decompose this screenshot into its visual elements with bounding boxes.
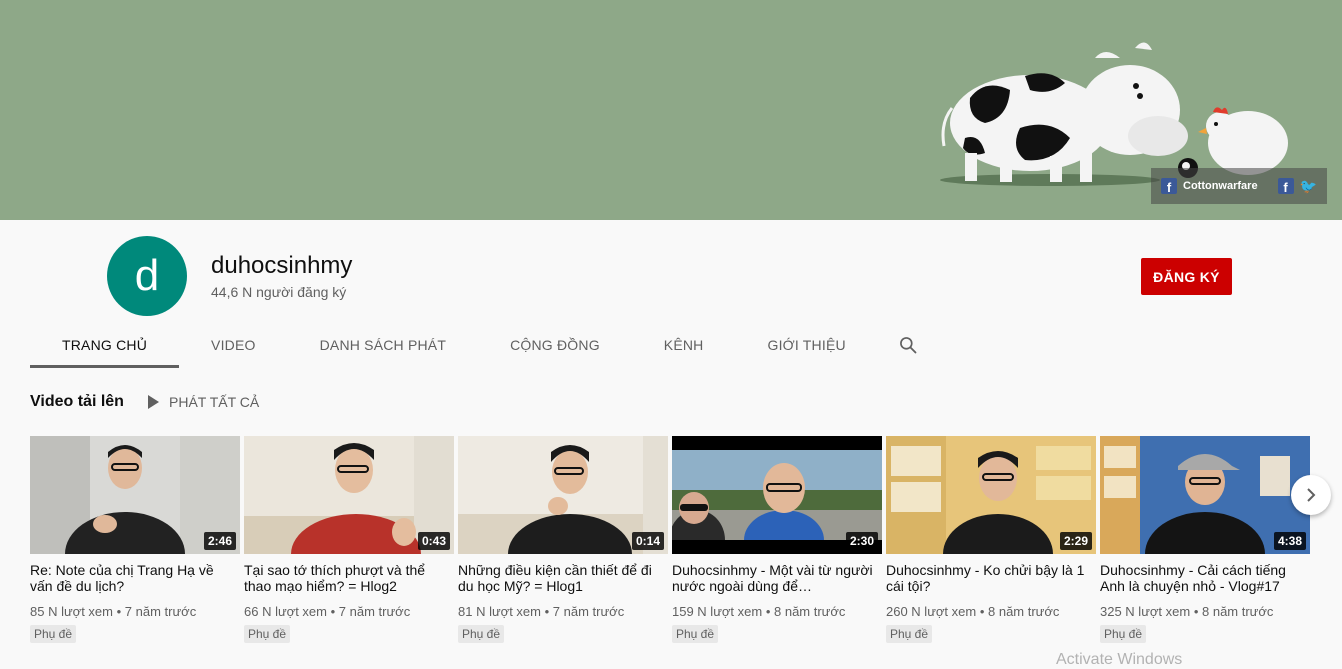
tab-home[interactable]: TRANG CHỦ — [30, 322, 180, 368]
subtitle-badge: Phụ đề — [672, 625, 719, 643]
video-title[interactable]: Tại sao tớ thích phượt và thể thao mạo h… — [244, 562, 454, 594]
subtitle-badge: Phụ đề — [1100, 625, 1147, 643]
video-title[interactable]: Duhocsinhmy - Ko chửi bậy là 1 cái tội? — [886, 562, 1096, 594]
video-meta: 260 N lượt xem • 8 năm trước — [886, 604, 1096, 619]
meta-separator: • — [979, 604, 988, 619]
video-views: 66 N lượt xem — [244, 604, 327, 619]
video-duration: 0:43 — [417, 532, 450, 550]
video-card[interactable]: 0:43 Tại sao tớ thích phượt và thể thao … — [244, 436, 454, 643]
video-shelf: 2:46 Re: Note của chị Trang Hạ về vấn đề… — [30, 436, 1310, 643]
subscribe-button[interactable]: ĐĂNG KÝ — [1141, 258, 1232, 295]
chevron-right-icon — [1307, 488, 1316, 502]
video-thumbnail[interactable]: 4:38 — [1100, 436, 1310, 554]
channel-banner: f Cottonwarfare f 🐦 — [0, 0, 1342, 220]
video-meta: 66 N lượt xem • 7 năm trước — [244, 604, 454, 619]
video-thumbnail[interactable]: 2:30 — [672, 436, 882, 554]
video-age: 7 năm trước — [124, 604, 197, 619]
channel-header: d duhocsinhmy 44,6 N người đăng ký ĐĂNG … — [0, 220, 1342, 368]
meta-separator: • — [765, 604, 774, 619]
video-card[interactable]: 0:14 Những điều kiện cần thiết để đi du … — [458, 436, 668, 643]
video-thumbnail[interactable]: 0:43 — [244, 436, 454, 554]
video-card[interactable]: 2:30 Duhocsinhmy - Một vài từ người nước… — [672, 436, 882, 643]
twitter-icon[interactable]: 🐦 — [1300, 178, 1317, 195]
meta-separator: • — [544, 604, 553, 619]
channel-tabs: TRANG CHỦ VIDEO DANH SÁCH PHÁT CỘNG ĐỒNG… — [30, 322, 938, 368]
video-age: 8 năm trước — [1202, 604, 1274, 619]
video-title[interactable]: Duhocsinhmy - Cải cách tiếng Anh là chuy… — [1100, 562, 1310, 594]
tab-community[interactable]: CỘNG ĐỒNG — [478, 322, 632, 368]
shelf-next-button[interactable] — [1291, 475, 1331, 515]
video-thumbnail[interactable]: 2:46 — [30, 436, 240, 554]
video-card[interactable]: 2:29 Duhocsinhmy - Ko chửi bậy là 1 cái … — [886, 436, 1096, 643]
subtitle-badge: Phụ đề — [886, 625, 933, 643]
play-all-button[interactable]: PHÁT TẤT CẢ — [148, 394, 259, 410]
video-card[interactable]: 4:38 Duhocsinhmy - Cải cách tiếng Anh là… — [1100, 436, 1310, 643]
subtitle-badge: Phụ đề — [458, 625, 505, 643]
play-icon — [148, 395, 159, 409]
video-duration: 2:30 — [845, 532, 878, 550]
video-meta: 81 N lượt xem • 7 năm trước — [458, 604, 668, 619]
meta-separator: • — [1193, 604, 1202, 619]
video-age: 8 năm trước — [774, 604, 846, 619]
video-age: 7 năm trước — [338, 604, 411, 619]
social-links-overlay: f Cottonwarfare f 🐦 — [1151, 168, 1327, 204]
video-views: 159 N lượt xem — [672, 604, 763, 619]
subtitle-badge: Phụ đề — [30, 625, 77, 643]
video-title[interactable]: Những điều kiện cần thiết để đi du học M… — [458, 562, 668, 594]
video-meta: 85 N lượt xem • 7 năm trước — [30, 604, 240, 619]
video-duration: 2:29 — [1059, 532, 1092, 550]
video-views: 85 N lượt xem — [30, 604, 113, 619]
meta-separator: • — [116, 604, 125, 619]
video-title[interactable]: Re: Note của chị Trang Hạ về vấn đề du l… — [30, 562, 240, 594]
video-meta: 325 N lượt xem • 8 năm trước — [1100, 604, 1310, 619]
channel-name: duhocsinhmy — [211, 252, 353, 279]
video-duration: 2:46 — [203, 532, 236, 550]
video-age: 8 năm trước — [988, 604, 1060, 619]
video-views: 325 N lượt xem — [1100, 604, 1191, 619]
subtitle-badge: Phụ đề — [244, 625, 291, 643]
video-views: 81 N lượt xem — [458, 604, 541, 619]
facebook-icon[interactable]: f — [1277, 178, 1294, 194]
tab-about[interactable]: GIỚI THIỆU — [736, 322, 878, 368]
tab-channels[interactable]: KÊNH — [632, 322, 736, 368]
subscriber-count: 44,6 N người đăng ký — [211, 284, 347, 300]
search-icon — [899, 337, 917, 354]
video-card[interactable]: 2:46 Re: Note của chị Trang Hạ về vấn đề… — [30, 436, 240, 643]
meta-separator: • — [330, 604, 339, 619]
video-duration: 0:14 — [631, 532, 664, 550]
video-meta: 159 N lượt xem • 8 năm trước — [672, 604, 882, 619]
video-title[interactable]: Duhocsinhmy - Một vài từ người nước ngoà… — [672, 562, 882, 594]
avatar[interactable]: d — [107, 236, 187, 316]
video-thumbnail[interactable]: 2:29 — [886, 436, 1096, 554]
uploads-section: Video tải lên PHÁT TẤT CẢ 2:46 Re: Note … — [0, 368, 1342, 665]
video-duration: 4:38 — [1273, 532, 1306, 550]
play-all-label: PHÁT TẤT CẢ — [169, 394, 260, 410]
channel-search-button[interactable] — [878, 322, 938, 368]
tab-playlists[interactable]: DANH SÁCH PHÁT — [288, 322, 478, 368]
video-age: 7 năm trước — [552, 604, 625, 619]
video-thumbnail[interactable]: 0:14 — [458, 436, 668, 554]
facebook-icon[interactable]: f — [1161, 178, 1177, 194]
section-title[interactable]: Video tải lên — [30, 393, 124, 411]
activate-windows-watermark: Activate Windows — [1056, 651, 1183, 668]
tab-videos[interactable]: VIDEO — [179, 322, 288, 368]
social-handle[interactable]: Cottonwarfare — [1183, 180, 1258, 192]
video-views: 260 N lượt xem — [886, 604, 977, 619]
